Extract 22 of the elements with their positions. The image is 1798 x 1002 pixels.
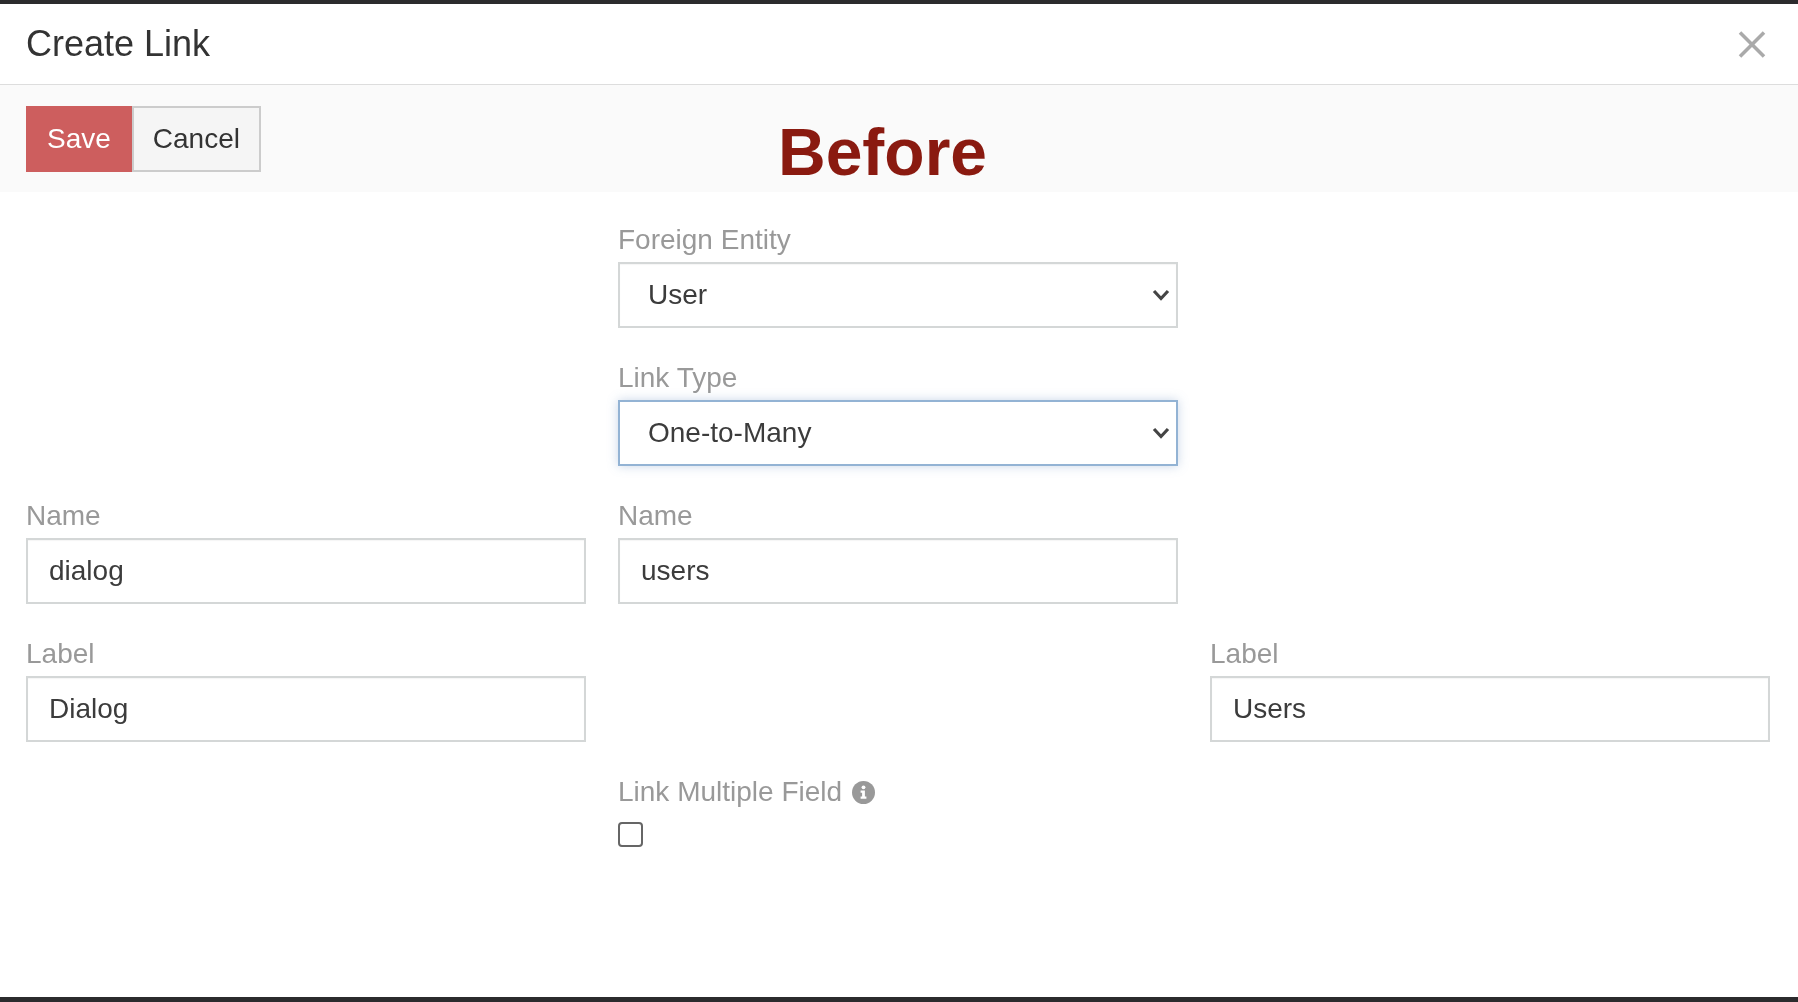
field-label: Label [1210,638,1279,670]
field-label: Foreign Entity [618,224,791,256]
field-label: Name [618,500,693,532]
checkbox[interactable] [618,822,643,847]
field-label: Name [26,500,101,532]
chevron-icon [1152,427,1170,439]
close-icon[interactable] [1738,29,1766,59]
text-field[interactable]: Dialog [26,676,586,742]
text-field[interactable]: dialog [26,538,586,604]
annotation-text: Before [778,119,988,185]
dropdown-field[interactable]: User [618,262,1178,328]
dropdown-field[interactable]: One-to-Many [618,400,1178,466]
field-label: Link Type [618,362,738,394]
dialog-title: Create Link [26,23,211,65]
chevron-icon [1152,289,1170,301]
info-icon[interactable] [852,780,876,804]
text-field[interactable]: Users [1210,676,1770,742]
save-button[interactable]: Save [26,106,132,172]
cancel-button[interactable]: Cancel [131,106,261,172]
text-field[interactable]: users [618,538,1178,604]
field-label: Link Multiple Field [618,776,843,808]
field-label: Label [26,638,95,670]
